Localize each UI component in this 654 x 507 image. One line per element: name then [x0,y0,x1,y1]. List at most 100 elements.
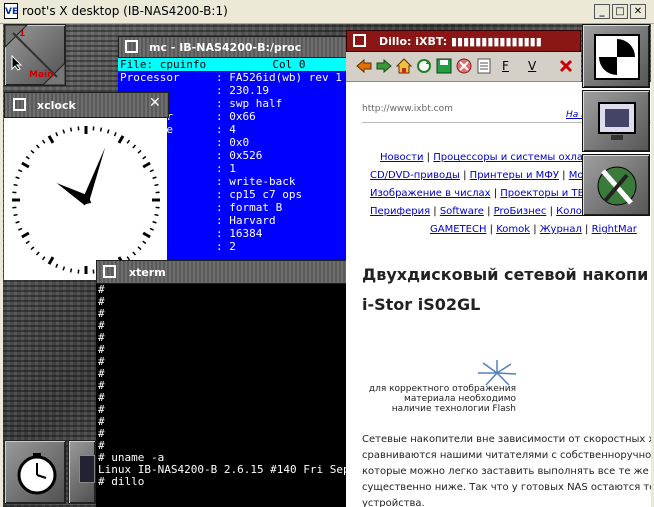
mc-row-value: : format B [216,201,283,214]
nav-link[interactable]: Проекторы и ТВ [500,188,584,199]
xterm-cmd-dillo: # dillo [98,475,145,488]
clock-tick [18,227,23,231]
nav-link[interactable]: CD/DVD-приводы [370,170,460,181]
nav-link[interactable]: GAMETECH [430,224,486,235]
clock-tick [55,132,59,137]
mc-row-value: : Harvard [216,214,276,227]
xclock-titlebar[interactable]: xclock ✕ [4,92,169,118]
clock-tick [142,240,147,245]
mc-menu-icon[interactable] [125,40,138,53]
mc-row-value: : 0x66 [216,110,256,123]
nav-link[interactable]: Новости [380,152,423,163]
save-icon[interactable] [436,58,452,74]
frame-left [0,24,3,507]
article-body-line: Сетевые накопители вне зависимости от ск… [362,434,651,445]
tools-app-icon [597,166,637,206]
clock-tick [25,240,30,245]
back-arrow-icon[interactable] [356,58,372,74]
bookmarks-icon[interactable] [476,58,492,74]
clock-tick [154,213,159,217]
mc-row-value: : 16384 [216,227,263,240]
minimize-button[interactable]: _ [594,4,610,19]
view-button[interactable]: V [528,59,536,73]
nav-separator: | [423,152,434,163]
nav-separator: | [558,170,569,181]
clock-tick [35,144,40,149]
maximize-button[interactable]: □ [612,4,628,19]
article-body-line: сравниваются нашими читателями с собстве… [362,450,651,461]
nav-link[interactable]: Принтеры и МФУ [470,170,559,181]
page-url: http://www.ixbt.com [362,104,453,114]
mc-row-value: : 0x0 [216,136,250,149]
clock-tick [13,213,18,217]
dillo-titlebar[interactable]: Dillo: iXBT: ▮▮▮▮▮▮▮▮▮▮▮▮▮▮▮ [346,30,581,52]
nav-link[interactable]: Изображение в числах [370,188,491,199]
clock-tick [15,220,20,224]
clock-tick [69,268,73,273]
xterm-prompt-lines: # # # # # # # # # # # # # # [96,284,348,452]
dillo-toolbar: F V [346,52,581,82]
dillo-menu-icon[interactable] [353,34,366,47]
monitor-icon [79,455,95,483]
xterm-line: # [98,355,105,368]
mc-row-value: : write-back [216,175,296,188]
nav-link[interactable]: Процессоры и системы охлажд [433,152,599,163]
xclock-close-button[interactable]: ✕ [149,95,161,111]
clock-tick [13,183,18,187]
forward-arrow-icon[interactable] [376,58,392,74]
nav-link[interactable]: RightMar [592,224,637,235]
mc-titlebar[interactable]: mc - IB-NAS4200-B:/proc [118,36,350,58]
clock-tick [41,139,46,144]
stop-icon[interactable] [456,58,472,74]
workspace-clip[interactable]: 1 Main [4,24,66,86]
clock-tick [106,129,110,134]
dock-app-tools[interactable] [582,154,650,216]
clock-tick [41,256,46,261]
mc-status-line: File: cpuinfo Col 0 [118,58,350,71]
xterm-titlebar[interactable]: xterm [96,260,348,284]
xclock-menu-icon[interactable] [13,98,26,111]
mc-row-value: : 1 [216,162,236,175]
dock-app-terminal[interactable] [582,24,650,88]
dock-clock-app[interactable] [4,440,66,504]
article-body-line: существенно ниже. Так что у готовых NAS … [362,482,651,493]
mc-row-value: : swp half [216,97,283,110]
xterm-menu-icon[interactable] [103,265,116,278]
flash-notice-line-1: для корректного отображения [368,384,516,394]
nav-link[interactable]: Журнал [540,224,582,235]
dock-app-partial[interactable] [68,440,96,504]
article-body-line: устройства. [362,498,425,507]
find-button[interactable]: F [502,59,509,73]
clock-tick [21,161,30,169]
nav-link[interactable]: Software [440,206,484,217]
clock-tick [21,231,30,239]
dock-app-display[interactable] [582,90,650,152]
clock-tick [126,139,131,144]
home-icon[interactable] [396,58,412,74]
close-tab-icon[interactable] [558,58,574,74]
reload-icon[interactable] [416,58,432,74]
mc-title: mc - IB-NAS4200-B:/proc [149,41,302,54]
clock-tick [30,149,35,154]
clock-app-icon [17,453,57,495]
nav-line: GAMETECH | Komok | Журнал | RightMar [430,224,637,235]
nav-line: Периферия | Software | ProБизнес | Колон… [370,206,594,217]
clock-tick [62,266,66,271]
xterm-title: xterm [129,266,166,279]
close-button[interactable]: ✕ [630,4,646,19]
xterm-terminal[interactable]: # # # # # # # # # # # # # # # uname -a Linux IB-NAS42… [96,284,348,507]
clock-tick [152,220,157,224]
mc-row-key: Processor [120,71,180,84]
nav-separator: | [459,170,470,181]
article-body-line: которые можно легко заставить выполнять … [362,466,651,477]
nav-link[interactable]: Периферия [370,206,430,217]
window-title: root's X desktop (IB-NAS4200-B:1) [22,4,228,18]
nav-line: Изображение в числах | Проекторы и ТВ | … [370,188,602,199]
mc-row-value: : 0x526 [216,149,263,162]
clock-tick [25,155,30,160]
clock-tick [137,149,142,154]
nav-link[interactable]: ProБизнес [494,206,547,217]
nav-link[interactable]: Komok [496,224,530,235]
clock-tick [142,155,147,160]
xclock-title: xclock [37,99,76,112]
